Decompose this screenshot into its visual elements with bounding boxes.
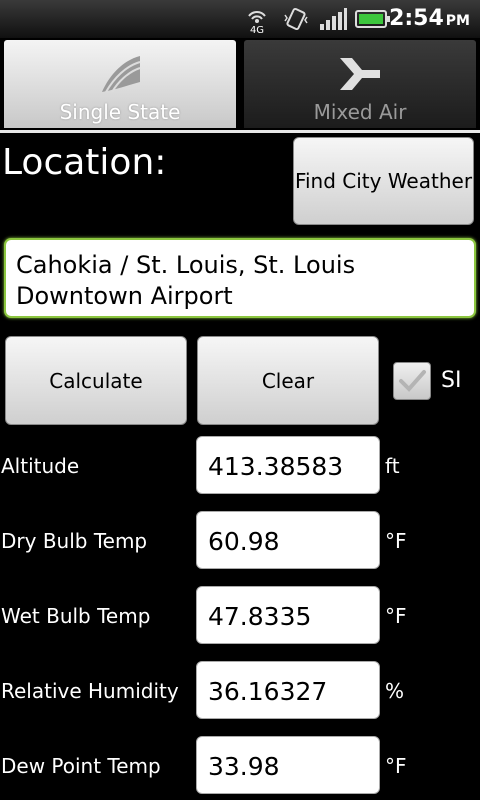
tab-mixed-air[interactable]: Mixed Air <box>244 40 476 128</box>
altitude-unit: ft <box>385 454 400 478</box>
vibrate-icon <box>284 7 308 31</box>
clock: 2:54 PM <box>389 6 470 31</box>
network-type-label: 4G <box>250 25 264 34</box>
location-label: Location: <box>2 142 167 183</box>
clear-button[interactable]: Clear <box>197 336 379 425</box>
tab-bar: Single State Mixed Air <box>0 38 480 130</box>
altitude-label: Altitude <box>1 454 80 478</box>
wet-bulb-input[interactable]: 47.8335 <box>196 586 380 644</box>
mixed-air-icon <box>340 58 380 90</box>
tab-single-state-label: Single State <box>59 100 181 124</box>
checkmark-icon <box>399 370 426 392</box>
altitude-row: Altitude 413.38583 ft <box>0 436 480 496</box>
altitude-input[interactable]: 413.38583 <box>196 436 380 494</box>
status-bar: 4G 2:54 PM <box>0 0 480 38</box>
wet-bulb-label: Wet Bulb Temp <box>1 604 151 628</box>
dry-bulb-input[interactable]: 60.98 <box>196 511 380 569</box>
find-city-weather-button[interactable]: Find City Weather <box>293 137 474 225</box>
dry-bulb-label: Dry Bulb Temp <box>1 529 148 553</box>
si-label: SI <box>441 368 462 393</box>
dry-bulb-unit: °F <box>385 529 407 553</box>
wet-bulb-unit: °F <box>385 604 407 628</box>
calculate-button[interactable]: Calculate <box>5 336 187 425</box>
relative-humidity-row: Relative Humidity 36.16327 % <box>0 661 480 721</box>
tab-single-state[interactable]: Single State <box>4 40 236 128</box>
battery-icon <box>355 10 390 28</box>
wet-bulb-row: Wet Bulb Temp 47.8335 °F <box>0 586 480 646</box>
single-state-icon <box>102 56 141 93</box>
dry-bulb-row: Dry Bulb Temp 60.98 °F <box>0 511 480 571</box>
dew-point-row: Dew Point Temp 33.98 °F <box>0 736 480 796</box>
tab-underline <box>0 130 480 133</box>
dew-point-label: Dew Point Temp <box>1 754 161 778</box>
location-input[interactable]: Cahokia / St. Louis, St. Louis Downtown … <box>4 238 476 318</box>
clock-time: 2:54 <box>389 6 444 31</box>
dew-point-unit: °F <box>385 754 407 778</box>
signal-bars-icon <box>320 8 347 30</box>
clock-ampm: PM <box>445 13 470 29</box>
relative-humidity-input[interactable]: 36.16327 <box>196 661 380 719</box>
si-checkbox[interactable] <box>393 362 431 400</box>
tab-mixed-air-label: Mixed Air <box>313 100 407 124</box>
relative-humidity-label: Relative Humidity <box>1 679 179 703</box>
4g-signal-icon: 4G <box>248 11 266 34</box>
dew-point-input[interactable]: 33.98 <box>196 736 380 794</box>
relative-humidity-unit: % <box>385 679 405 703</box>
